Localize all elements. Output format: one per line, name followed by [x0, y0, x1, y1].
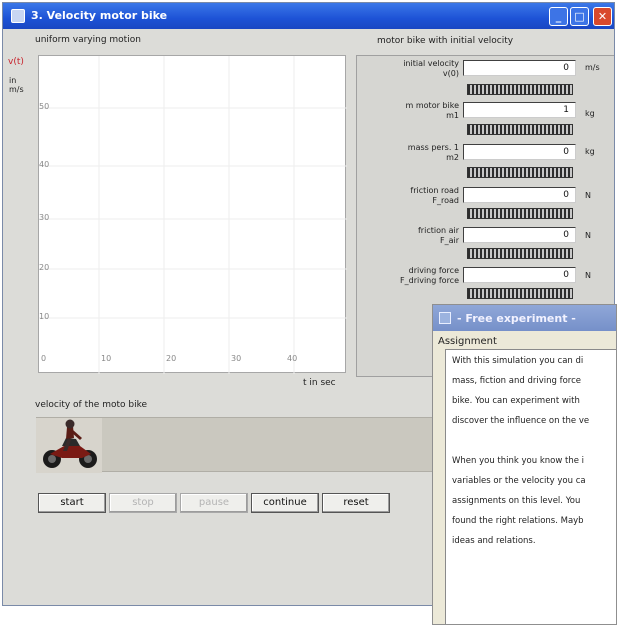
assignment-heading: Assignment: [438, 336, 497, 347]
param-label-f-driving: driving force F_driving force: [400, 266, 459, 285]
x-tick: 40: [287, 354, 298, 363]
unit-label: kg: [585, 109, 595, 118]
panel-heading: motor bike with initial velocity: [377, 36, 514, 46]
initial-velocity-slider[interactable]: [467, 84, 573, 95]
param-label-initial-velocity: initial velocity v(0): [403, 59, 459, 78]
assignment-line: found the right relations. Mayb: [452, 516, 584, 526]
unit-label: kg: [585, 147, 595, 156]
param-label-m1: m motor bike m1: [405, 101, 459, 120]
window-title: 3. Velocity motor bike: [31, 9, 168, 22]
x-tick: 30: [231, 354, 242, 363]
unit-label: N: [585, 271, 591, 280]
param-label-f-road: friction road F_road: [410, 186, 459, 205]
dialog-title: - Free experiment -: [457, 312, 576, 325]
y-tick: 10: [39, 312, 50, 321]
continue-button[interactable]: continue: [251, 493, 319, 513]
param-label-m2: mass pers. 1 m2: [407, 143, 459, 162]
y-tick: 50: [39, 102, 50, 111]
y-axis-label: v(t): [8, 57, 24, 67]
motorbike-icon: [43, 419, 97, 468]
y-tick: 40: [39, 160, 50, 169]
unit-label: N: [585, 191, 591, 200]
close-button[interactable]: ✕: [593, 7, 612, 26]
graph-heading: uniform varying motion: [35, 35, 141, 45]
app-icon: [11, 9, 25, 23]
m1-slider[interactable]: [467, 124, 573, 135]
y-tick: 20: [39, 263, 50, 272]
reset-button[interactable]: reset: [322, 493, 390, 513]
graph-grid: [39, 56, 347, 374]
driving-force-slider[interactable]: [467, 288, 573, 299]
unit-label: m/s: [585, 63, 600, 72]
minimize-button[interactable]: _: [549, 7, 568, 26]
assignment-line: assignments on this level. You: [452, 496, 581, 506]
f-road-field[interactable]: 0: [463, 187, 576, 203]
f-air-field[interactable]: 0: [463, 227, 576, 243]
param-label-f-air: friction air F_air: [417, 226, 459, 245]
maximize-button[interactable]: □: [570, 7, 589, 26]
x-tick: 20: [166, 354, 177, 363]
pause-button[interactable]: pause: [180, 493, 248, 513]
x-tick: 0: [41, 354, 47, 363]
y-tick: 30: [39, 213, 50, 222]
x-axis-label: t in sec: [303, 378, 336, 388]
assignment-line: bike. You can experiment with: [452, 396, 580, 406]
assignment-line: discover the influence on the ve: [452, 416, 590, 426]
title-bar: 3. Velocity motor bike _ □ ✕: [3, 3, 614, 29]
stop-button[interactable]: stop: [109, 493, 177, 513]
assignment-line: When you think you know the i: [452, 456, 585, 466]
track-heading: velocity of the moto bike: [35, 400, 148, 410]
start-button[interactable]: start: [38, 493, 106, 513]
free-experiment-dialog: - Free experiment - Assignment With this…: [432, 304, 617, 625]
assignment-text: With this simulation you can di mass, fi…: [445, 349, 616, 624]
dialog-title-bar: - Free experiment -: [433, 305, 616, 331]
assignment-line: variables or the velocity you ca: [452, 476, 586, 486]
initial-velocity-field[interactable]: 0: [463, 60, 576, 76]
assignment-line: With this simulation you can di: [452, 356, 584, 366]
assignment-line: ideas and relations.: [452, 536, 536, 546]
unit-label: N: [585, 231, 591, 240]
f-road-slider[interactable]: [467, 208, 573, 219]
velocity-graph: [38, 55, 347, 374]
driving-force-field[interactable]: 0: [463, 267, 576, 283]
m1-field[interactable]: 1: [463, 102, 576, 118]
m2-field[interactable]: 0: [463, 144, 576, 160]
m2-slider[interactable]: [467, 167, 573, 178]
y-axis-unit: in m/s: [9, 76, 24, 94]
x-tick: 10: [101, 354, 112, 363]
motorbike-image: [36, 418, 102, 473]
dialog-app-icon: [439, 312, 451, 324]
f-air-slider[interactable]: [467, 248, 573, 259]
assignment-line: mass, fiction and driving force: [452, 376, 581, 386]
